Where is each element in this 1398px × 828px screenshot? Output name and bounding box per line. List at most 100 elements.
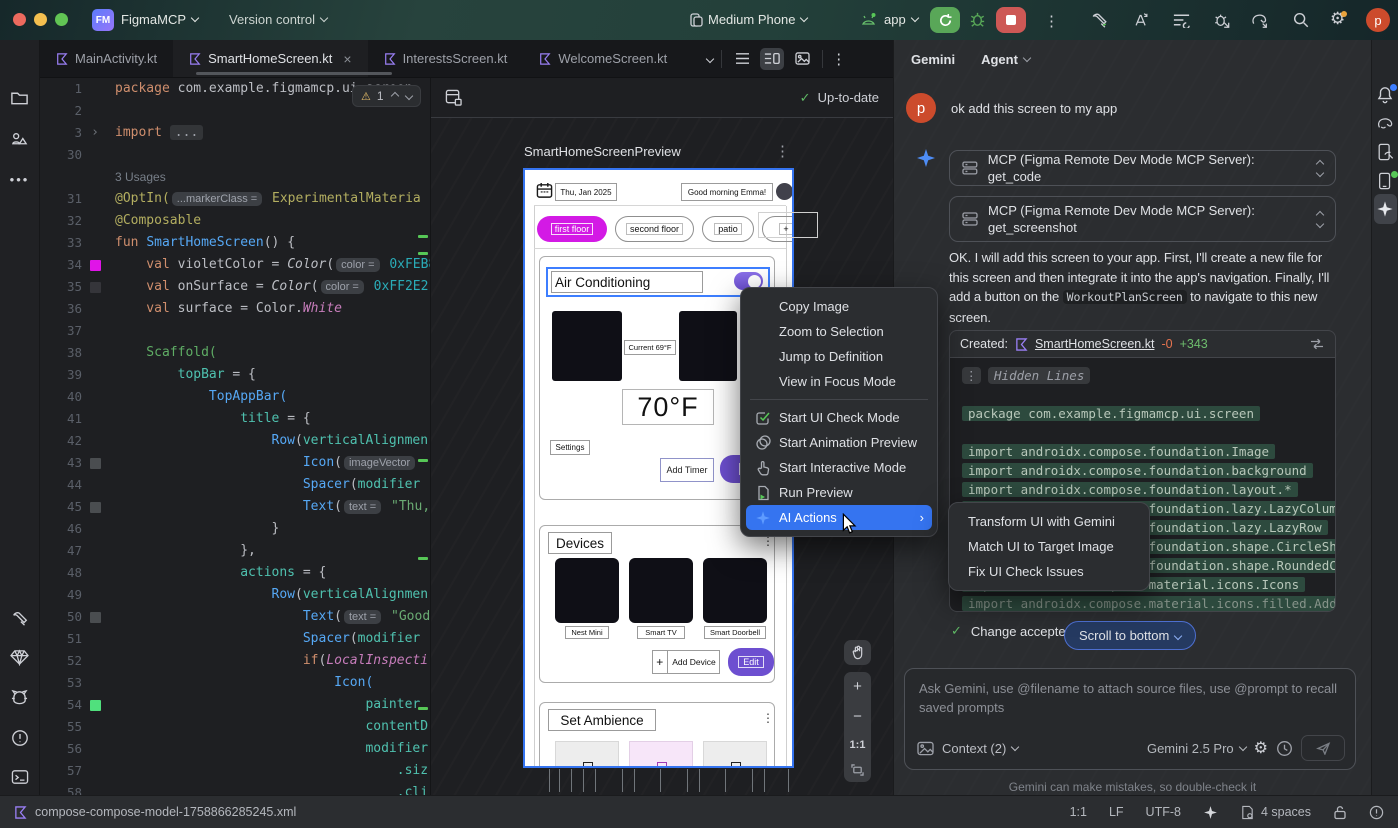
debug-button[interactable]: [968, 10, 987, 29]
floor-chip[interactable]: first floor: [537, 216, 607, 242]
prompt-settings-icon[interactable]: ⚙: [1254, 738, 1268, 758]
code-line[interactable]: 42 Row(verticalAlignmen: [40, 430, 430, 452]
inspection-widget[interactable]: ⚠ 1: [352, 85, 421, 107]
gemini-tool-icon[interactable]: [1372, 200, 1398, 218]
add-device-button[interactable]: +Add Device: [652, 650, 720, 674]
menu-item[interactable]: Start UI Check Mode: [746, 405, 932, 430]
code-line[interactable]: 51 Spacer(modifier: [40, 628, 430, 650]
ambience-tile[interactable]: [703, 741, 767, 768]
build-tool-icon[interactable]: [0, 609, 39, 627]
code-line[interactable]: 3 Usages: [40, 166, 430, 188]
code-line[interactable]: 36 val surface = Color.White: [40, 298, 430, 320]
rerun-button[interactable]: [930, 7, 960, 33]
color-swatch[interactable]: [90, 282, 101, 293]
zoom-fit-button[interactable]: [851, 764, 864, 776]
more-tools-icon[interactable]: •••: [0, 172, 39, 187]
code-line[interactable]: 44 Spacer(modifier: [40, 474, 430, 496]
task-list-button[interactable]: [1172, 12, 1191, 28]
code-line[interactable]: 34 val violetColor = Color(color = 0xFEB…: [40, 254, 430, 276]
zoom-out-button[interactable]: −: [853, 708, 862, 725]
code-line[interactable]: 48 actions = {: [40, 562, 430, 584]
fold-icon[interactable]: ›: [91, 122, 99, 144]
submenu-item[interactable]: Match UI to Target Image: [954, 534, 1144, 559]
open-diff-icon[interactable]: [1309, 338, 1325, 350]
menu-item[interactable]: Run Preview: [746, 480, 932, 505]
code-inspect-button[interactable]: [1132, 11, 1151, 29]
profiler-button[interactable]: [1212, 11, 1231, 29]
code-line[interactable]: 40 TopAppBar(: [40, 386, 430, 408]
maximize-window-button[interactable]: [55, 13, 68, 26]
close-tab-icon[interactable]: ×: [343, 51, 351, 67]
vcs-widget[interactable]: Version control: [229, 12, 327, 27]
code-line[interactable]: 55 contentD: [40, 716, 430, 738]
code-line[interactable]: 50 Text(text = "Good: [40, 606, 430, 628]
gradle-icon[interactable]: [1372, 116, 1398, 131]
code-line[interactable]: 52 if(LocalInspecti: [40, 650, 430, 672]
preview-view-button[interactable]: [790, 48, 814, 70]
created-file-card[interactable]: Created: SmartHomeScreen.kt -0 +343: [949, 330, 1336, 358]
devices-options-menu[interactable]: ⋮: [762, 536, 774, 546]
gradle-sync-button[interactable]: [1250, 11, 1270, 29]
project-tool-icon[interactable]: [0, 89, 39, 107]
code-line[interactable]: 3›import ...: [40, 122, 430, 144]
ambience-tile[interactable]: [629, 741, 693, 768]
line-ending[interactable]: LF: [1109, 805, 1124, 819]
editor-tab[interactable]: MainActivity.kt: [40, 40, 173, 77]
problems-tool-icon[interactable]: [0, 729, 39, 747]
menu-item[interactable]: Jump to Definition: [746, 344, 932, 369]
created-file-link[interactable]: SmartHomeScreen.kt: [1035, 337, 1154, 351]
lock-icon[interactable]: [1333, 805, 1347, 820]
status-file-name[interactable]: compose-compose-model-1758866285245.xml: [35, 805, 296, 819]
submenu-item[interactable]: Fix UI Check Issues: [954, 559, 1144, 584]
error-indicator-icon[interactable]: [1369, 805, 1384, 820]
zoom-actual-button[interactable]: 1:1: [850, 739, 866, 751]
more-actions-menu[interactable]: ⋮: [1044, 12, 1059, 30]
send-button[interactable]: [1301, 735, 1345, 761]
minimize-window-button[interactable]: [34, 13, 47, 26]
next-issue-icon[interactable]: [404, 92, 412, 100]
code-view-button[interactable]: [730, 48, 754, 70]
zoom-in-button[interactable]: +: [853, 678, 862, 695]
prev-issue-icon[interactable]: [390, 92, 398, 100]
menu-item[interactable]: AI Actions›: [746, 505, 932, 530]
code-line[interactable]: 49 Row(verticalAlignmen: [40, 584, 430, 606]
prompt-input[interactable]: Ask Gemini, use @filename to attach sour…: [904, 668, 1356, 770]
code-line[interactable]: 53 Icon(: [40, 672, 430, 694]
color-swatch[interactable]: [90, 458, 101, 469]
code-line[interactable]: 30: [40, 144, 430, 166]
split-view-button[interactable]: [760, 48, 784, 70]
code-line[interactable]: 31@OptIn(...markerClass = ExperimentalMa…: [40, 188, 430, 210]
code-line[interactable]: 57 .siz: [40, 760, 430, 782]
scroll-to-bottom-button[interactable]: Scroll to bottom: [1064, 621, 1196, 650]
tab-overflow-chevron[interactable]: [707, 40, 713, 77]
color-swatch[interactable]: [90, 612, 101, 623]
caret-position[interactable]: 1:1: [1070, 805, 1087, 819]
context-selector[interactable]: Context (2): [942, 741, 1018, 756]
code-line[interactable]: 35 val onSurface = Color(color = 0xFF2E2: [40, 276, 430, 298]
code-line[interactable]: 33fun SmartHomeScreen() {: [40, 232, 430, 254]
preview-options-menu[interactable]: ⋮: [775, 142, 790, 160]
resource-manager-icon[interactable]: [0, 130, 39, 148]
editor-tab[interactable]: WelcomeScreen.kt: [523, 40, 683, 77]
project-selector[interactable]: FigmaMCP: [121, 12, 198, 27]
attach-image-icon[interactable]: [917, 741, 934, 756]
layout-grid-icon[interactable]: [445, 89, 462, 106]
code-line[interactable]: 45 Text(text = "Thu,: [40, 496, 430, 518]
history-icon[interactable]: [1276, 740, 1293, 757]
ambience-tile[interactable]: [555, 741, 619, 768]
code-line[interactable]: 58 .cli: [40, 782, 430, 795]
menu-item[interactable]: Start Interactive Mode: [746, 455, 932, 480]
code-line[interactable]: 39 topBar = {: [40, 364, 430, 386]
floor-chip[interactable]: patio: [702, 216, 754, 242]
notifications-icon[interactable]: [1372, 86, 1398, 104]
file-encoding[interactable]: UTF-8: [1146, 805, 1181, 819]
color-swatch[interactable]: [90, 502, 101, 513]
cat-tool-icon[interactable]: [0, 689, 39, 706]
preview-title[interactable]: SmartHomeScreenPreview: [524, 144, 681, 159]
code-line[interactable]: 41 title = {: [40, 408, 430, 430]
editor-options-menu[interactable]: ⋮: [831, 50, 846, 68]
floor-chip[interactable]: second floor: [615, 216, 694, 242]
devices-card[interactable]: Devices ⋮ Nest Mini Smart TV Smart Doorb…: [539, 525, 775, 683]
code-line[interactable]: 37: [40, 320, 430, 342]
mcp-tool-card[interactable]: MCP (Figma Remote Dev Mode MCP Server): …: [949, 150, 1336, 186]
